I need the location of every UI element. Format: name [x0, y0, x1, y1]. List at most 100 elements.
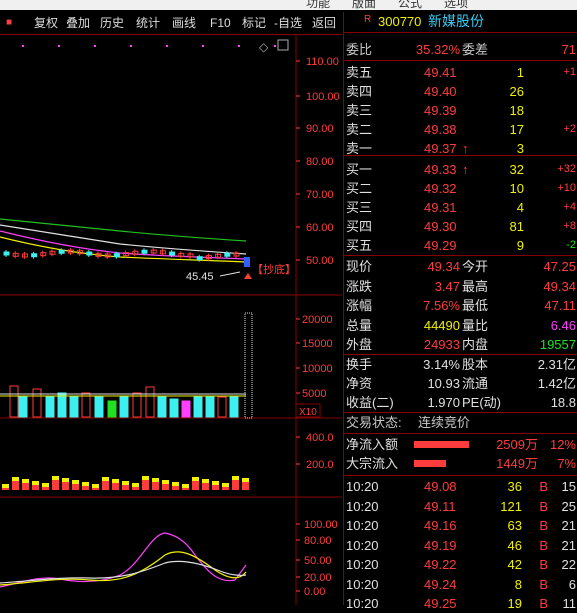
- order-change: +10: [557, 182, 576, 194]
- order-volume: 9: [516, 238, 524, 253]
- candle-body: [3, 251, 10, 256]
- tick-volume: 36: [507, 479, 522, 494]
- toolbar-back-button[interactable]: 返回: [310, 14, 338, 32]
- candle-body: [169, 251, 176, 256]
- toolbar-f10-button[interactable]: F10: [208, 14, 233, 32]
- stock-name: 新媒股份: [428, 13, 484, 29]
- maximize-icon[interactable]: [277, 39, 289, 51]
- toolbar-add-watchlist-button[interactable]: -自选: [272, 14, 304, 32]
- tick-volume: 63: [507, 518, 522, 533]
- tick-volume: 8: [514, 576, 522, 592]
- chart-area[interactable]: 110.00 100.00 90.00 80.00 70.00 60.00 50.00 20…: [0, 35, 342, 605]
- collapse-icon[interactable]: ■: [4, 14, 14, 32]
- tick-volume: 19: [507, 596, 522, 611]
- candle-body: [12, 252, 19, 257]
- tick-count: 11: [562, 596, 577, 611]
- kdj-tick-label: 50.00: [304, 555, 332, 567]
- sell-row: 卖五 49.41 1 +1: [344, 63, 577, 82]
- kdj-j-line: [0, 532, 247, 588]
- toolbar-stats-button[interactable]: 统计: [134, 14, 162, 32]
- tick-side: B: [539, 576, 548, 592]
- order-volume: 17: [509, 122, 524, 137]
- buy-row: 买四 49.30 81 +8: [344, 217, 577, 236]
- flow-bar-fill: [414, 460, 446, 467]
- candle-body: [224, 252, 231, 257]
- tick-side: B: [539, 518, 548, 533]
- tick-side: B: [539, 596, 548, 611]
- candle-body: [31, 253, 38, 258]
- order-label: 卖四: [346, 84, 373, 99]
- volume-bar: [132, 392, 142, 418]
- toolbar-history-button[interactable]: 历史: [98, 14, 126, 32]
- menu-formula[interactable]: 公式: [398, 0, 422, 10]
- diamond-icon[interactable]: ◇: [259, 40, 269, 54]
- flow-axis: 400.0 200.0: [296, 432, 334, 471]
- menu-options[interactable]: 选项: [444, 0, 468, 10]
- flow-value: 2509万: [496, 437, 538, 452]
- volume-bar: [69, 395, 79, 418]
- volume-bar: [145, 386, 155, 418]
- kdj-tick-label: 20.00: [304, 572, 332, 584]
- flow-bar-top: [72, 480, 79, 484]
- volume-bar: [217, 396, 227, 418]
- tick-time: 10:20: [346, 557, 379, 572]
- grid-dot: [94, 45, 96, 47]
- menu-function[interactable]: 功能: [306, 0, 330, 10]
- stock-code: 300770: [378, 14, 422, 29]
- weicha-label: 委差: [462, 42, 489, 57]
- tick-time: 10:20: [346, 479, 379, 494]
- quote-value: 47.25: [543, 259, 576, 274]
- tick-price: 49.11: [424, 498, 456, 514]
- order-label: 买二: [346, 181, 373, 196]
- toolbar-overlay-button[interactable]: 叠加: [64, 14, 92, 32]
- order-volume: 4: [516, 200, 524, 215]
- order-label: 卖三: [346, 103, 373, 118]
- price-tick-label: 90.00: [306, 123, 334, 135]
- order-change: +8: [563, 220, 576, 232]
- chart-canvas[interactable]: 110.00 100.00 90.00 80.00 70.00 60.00 50.00 20…: [0, 35, 342, 605]
- money-flow-row: 大宗流入 1449万 7%: [344, 454, 577, 473]
- flow-bar-top: [222, 483, 229, 487]
- tick-volume: 42: [507, 557, 522, 572]
- order-label: 卖二: [346, 122, 373, 137]
- menu-layout[interactable]: 版面: [352, 0, 376, 10]
- volume-bar: [157, 395, 167, 418]
- flow-bar-top: [172, 482, 179, 486]
- stat-value: 1.970: [427, 395, 460, 410]
- grid-dot: [22, 45, 24, 47]
- quote-label: 现价: [346, 259, 373, 274]
- sell-row: 卖三 49.39 18: [344, 101, 577, 120]
- quote-label: 量比: [462, 317, 489, 333]
- toolbar-draw-button[interactable]: 画线: [170, 14, 198, 32]
- quote-label: 外盘: [346, 337, 373, 352]
- toolbar-mark-button[interactable]: 标记: [240, 14, 268, 32]
- grid-dot: [166, 45, 168, 47]
- tick-row: 10:20 49.24 8 B 6: [344, 575, 577, 594]
- order-change: +4: [563, 201, 576, 213]
- flow-bar-top: [62, 478, 69, 482]
- stock-header: R 300770 新媒股份: [344, 12, 577, 31]
- quote-value: 3.47: [434, 278, 460, 294]
- flow-bar-top: [162, 480, 169, 484]
- quote-row: 涨幅 7.56% 最低 47.11: [344, 296, 577, 315]
- toolbar-restore-rights-button[interactable]: 复权: [32, 14, 60, 32]
- stat-value: 3.14%: [423, 357, 460, 372]
- grid-dot: [202, 45, 204, 47]
- flow-bar-top: [112, 479, 119, 483]
- volume-bar: [229, 395, 239, 418]
- trade-status-label: 交易状态:: [346, 415, 402, 430]
- tick-time: 10:20: [346, 518, 379, 533]
- buy-row: 买三 49.31 4 +4: [344, 198, 577, 217]
- price-tick-label: 80.00: [306, 156, 334, 168]
- flow-bar-top: [212, 481, 219, 485]
- volume-current-bar: [244, 312, 253, 419]
- tick-price: 49.19: [424, 537, 457, 553]
- tick-count: 15: [561, 479, 576, 494]
- tick-row: 10:20 49.19 46 B 21: [344, 536, 577, 555]
- trade-status-row: 交易状态: 连续竞价: [344, 413, 577, 432]
- quote-value: 19557: [539, 337, 576, 352]
- candle-body: [196, 256, 203, 261]
- order-label: 买一: [346, 162, 373, 177]
- order-label: 买五: [346, 238, 373, 253]
- quote-row: 现价 49.34 今开 47.25: [344, 257, 577, 276]
